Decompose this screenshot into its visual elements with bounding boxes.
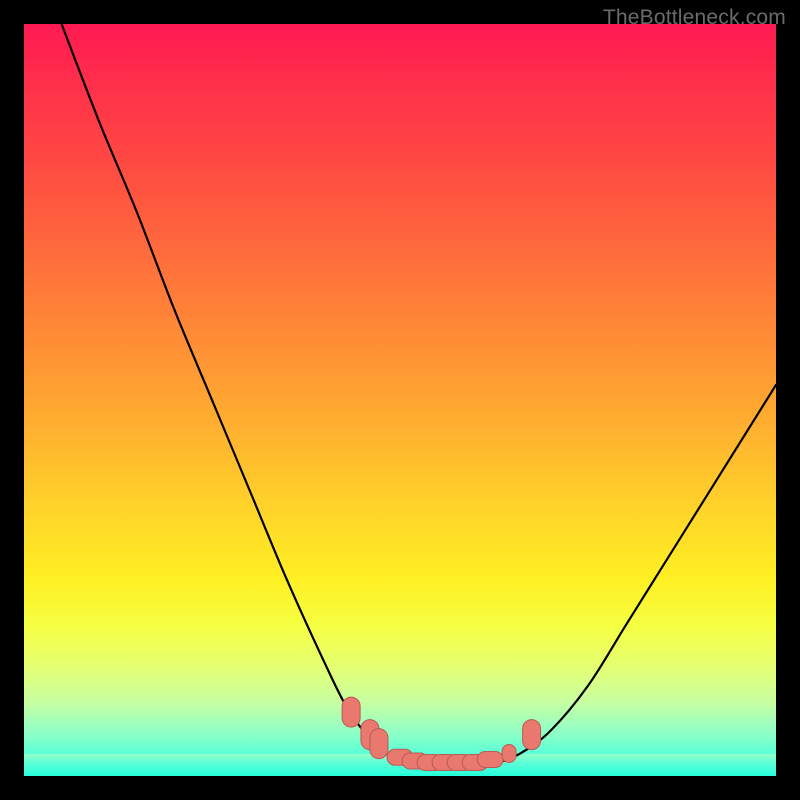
- trough-marker: [523, 720, 541, 750]
- curve-svg: [24, 24, 776, 776]
- trough-marker: [370, 729, 388, 759]
- trough-marker: [342, 697, 360, 727]
- trough-marker: [502, 744, 516, 762]
- trough-markers: [342, 697, 540, 770]
- chart-frame: TheBottleneck.com: [0, 0, 800, 800]
- plot-area: [24, 24, 776, 776]
- trough-marker: [477, 751, 503, 767]
- bottleneck-curve-line: [62, 24, 776, 766]
